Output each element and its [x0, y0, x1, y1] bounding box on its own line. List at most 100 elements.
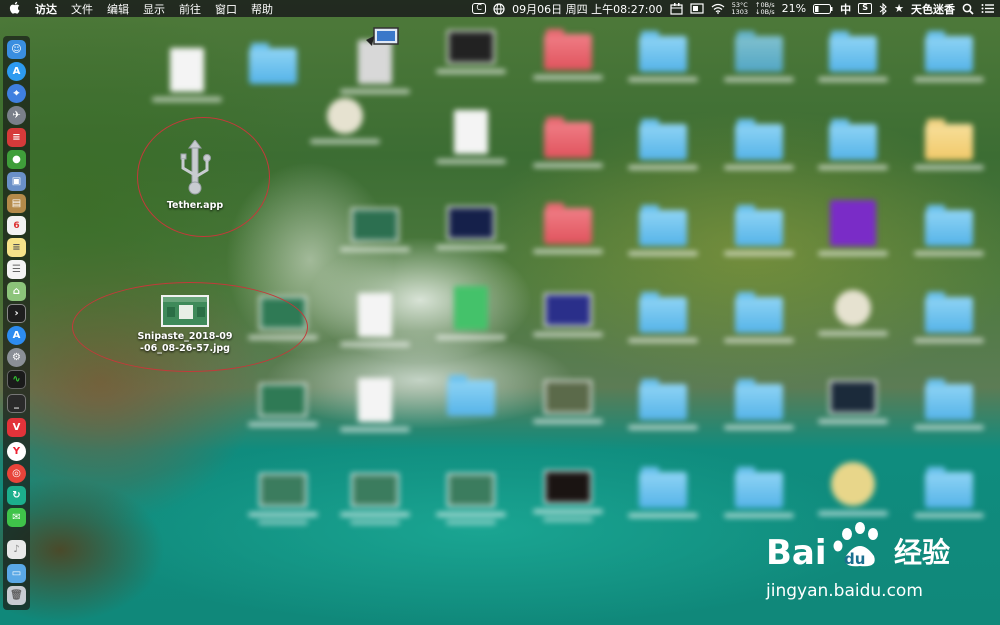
android-icon[interactable]: ● — [7, 150, 26, 169]
desktop-folder-blurred[interactable] — [523, 117, 613, 168]
menubar-datetime[interactable]: 09月06日 周四 上午08:27:00 — [512, 1, 662, 17]
yandex-icon[interactable]: Y — [7, 442, 26, 461]
s-app-icon[interactable]: S — [858, 3, 873, 14]
desktop-folder-blurred[interactable] — [714, 292, 804, 343]
desktop-image-blurred[interactable] — [808, 380, 898, 424]
desktop-file-blurred[interactable] — [330, 293, 420, 347]
desktop-folder-blurred[interactable] — [228, 43, 318, 84]
system-preferences-icon[interactable]: ⚙ — [7, 348, 26, 367]
desktop-folder-blurred[interactable] — [904, 31, 994, 82]
sync-icon[interactable]: ↻ — [7, 486, 26, 505]
menu-view[interactable]: 显示 — [136, 1, 172, 17]
baidu-jingyan-watermark: Bai du 经验 jingyan.baidu.com — [765, 522, 950, 601]
network-monitor[interactable]: ↑0B/s ↓0B/s — [755, 1, 775, 16]
preview-icon[interactable]: ▣ — [7, 172, 26, 191]
desktop-file-blurred[interactable] — [142, 48, 232, 102]
battery-percent[interactable]: 21% — [782, 2, 806, 15]
watermark-du: du — [844, 550, 865, 568]
menu-app-name[interactable]: 访达 — [28, 1, 64, 17]
desktop-folder-blurred[interactable] — [523, 203, 613, 254]
spotlight-icon[interactable] — [962, 3, 974, 15]
desktop-image-blurred[interactable] — [238, 473, 328, 525]
desktop-folder-blurred[interactable] — [714, 205, 804, 256]
desktop-image-blurred[interactable] — [426, 473, 516, 525]
desktop-folder-blurred[interactable] — [618, 31, 708, 82]
desktop-image-blurred[interactable] — [426, 206, 516, 250]
music-icon[interactable]: ♪ — [7, 540, 26, 559]
apple-icon[interactable] — [0, 1, 28, 17]
notification-center-icon[interactable] — [981, 3, 994, 14]
globe-icon[interactable] — [493, 2, 505, 15]
maps-icon[interactable]: ⌂ — [7, 282, 26, 301]
weibo-icon[interactable]: ◎ — [7, 464, 26, 483]
input-method[interactable]: 中 — [840, 1, 851, 17]
finder-icon[interactable]: ☺ — [7, 40, 26, 59]
safari-icon[interactable]: ⌖ — [7, 84, 26, 103]
desktop-folder-blurred[interactable] — [808, 31, 898, 82]
stickies-icon[interactable]: ≡ — [7, 238, 26, 257]
star-icon[interactable]: ★ — [894, 2, 904, 15]
wechat-icon[interactable]: ✉ — [7, 508, 26, 527]
wifi-icon[interactable] — [711, 3, 725, 14]
desktop-image-blurred[interactable] — [330, 473, 420, 525]
menu-file[interactable]: 文件 — [64, 1, 100, 17]
activity-monitor-icon[interactable]: ∿ — [7, 370, 26, 389]
desktop-file-blurred[interactable] — [330, 40, 420, 94]
desktop-folder-blurred[interactable] — [618, 379, 708, 430]
desktop-folder-blurred[interactable] — [808, 119, 898, 170]
desktop-file-blurred[interactable] — [808, 462, 898, 516]
temperature-monitor[interactable]: 53°C 1303 — [731, 1, 749, 16]
desktop-folder-blurred[interactable] — [904, 205, 994, 256]
desktop-folder-blurred[interactable] — [618, 205, 708, 256]
desktop-folder-blurred[interactable] — [618, 292, 708, 343]
desktop-image-blurred[interactable] — [523, 470, 613, 522]
desktop-folder-blurred[interactable] — [714, 379, 804, 430]
desktop-folder-blurred[interactable] — [426, 375, 516, 416]
terminal-icon[interactable]: › — [7, 304, 26, 323]
bluetooth-icon[interactable] — [879, 2, 887, 15]
tasks-icon[interactable]: ≡ — [7, 128, 26, 147]
desktop-file-blurred[interactable] — [808, 290, 898, 336]
desktop-file-blurred[interactable] — [426, 110, 516, 164]
launchpad-icon[interactable]: ✈ — [7, 106, 26, 125]
desktop-folder-blurred[interactable] — [714, 31, 804, 82]
trash-icon[interactable]: 🗑 — [7, 586, 26, 605]
desktop-image-blurred[interactable] — [523, 380, 613, 424]
menu-go[interactable]: 前往 — [172, 1, 208, 17]
battery-icon[interactable] — [813, 3, 833, 14]
menu-help[interactable]: 帮助 — [244, 1, 280, 17]
menu-window[interactable]: 窗口 — [208, 1, 244, 17]
desktop-folder-blurred[interactable] — [523, 29, 613, 80]
desktop-folder-blurred[interactable] — [904, 292, 994, 343]
screen-icon[interactable] — [689, 3, 704, 14]
desktop-image-blurred[interactable] — [330, 208, 420, 252]
desktop-image-blurred[interactable] — [523, 293, 613, 337]
fan-speed: 1303 — [731, 7, 749, 16]
calendar-dock-icon[interactable]: 6 — [7, 216, 26, 235]
desktop-file-blurred[interactable] — [808, 200, 898, 256]
desktop-image-blurred[interactable] — [238, 383, 328, 427]
vivaldi-icon[interactable]: V — [7, 418, 26, 437]
desktop-file-blurred[interactable] — [300, 98, 390, 144]
desktop-folder-blurred[interactable] — [618, 119, 708, 170]
desktop-folder-blurred[interactable] — [904, 379, 994, 430]
terminal-2-icon[interactable]: _ — [7, 394, 26, 413]
desktop-folder-blurred[interactable] — [904, 467, 994, 518]
desktop-image-blurred[interactable] — [426, 30, 516, 74]
reminders-icon[interactable]: ☰ — [7, 260, 26, 279]
app-store-2-icon[interactable]: A — [7, 326, 26, 345]
desktop-folder-blurred[interactable] — [904, 119, 994, 170]
watermark-brand: Bai — [766, 533, 827, 573]
desktop-folder-blurred[interactable] — [714, 467, 804, 518]
notes-icon[interactable]: ▤ — [7, 194, 26, 213]
folder-dock-icon[interactable]: ▭ — [7, 564, 26, 583]
menu-edit[interactable]: 编辑 — [100, 1, 136, 17]
desktop-folder-blurred[interactable] — [618, 467, 708, 518]
calendar-icon[interactable] — [669, 2, 683, 15]
clipboard-icon[interactable]: C — [472, 3, 487, 14]
desktop-file-blurred[interactable] — [330, 378, 420, 432]
desktop-folder-blurred[interactable] — [714, 119, 804, 170]
desktop-file-blurred[interactable] — [426, 286, 516, 340]
user-name[interactable]: 天色迷香 — [911, 1, 955, 17]
app-store-icon[interactable]: A — [7, 62, 26, 81]
